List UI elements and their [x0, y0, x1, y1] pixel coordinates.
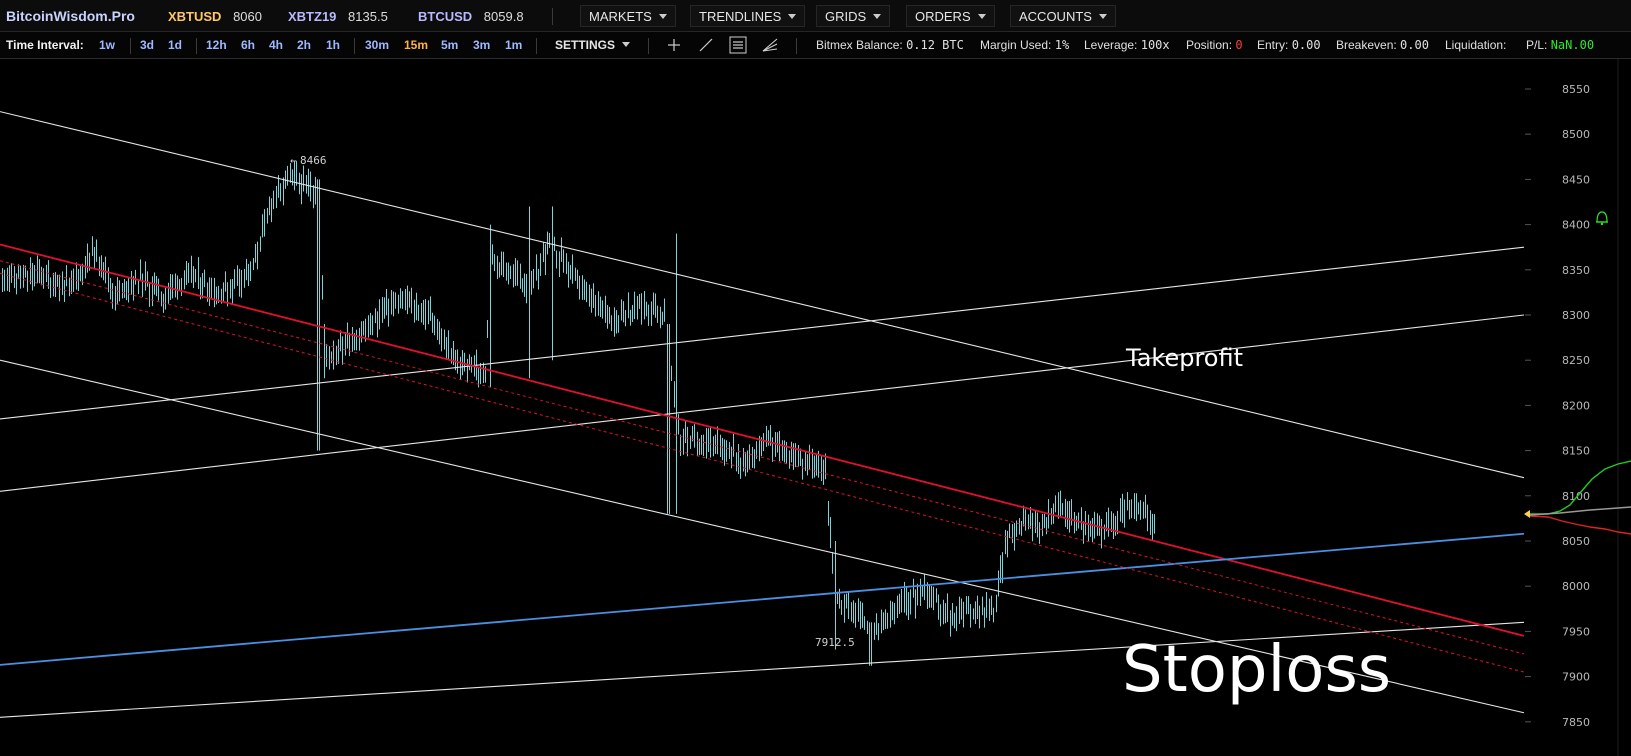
ticker-btcusd[interactable]: BTCUSD 8059.8	[418, 9, 524, 24]
toolbar-divider	[796, 38, 797, 54]
breakeven-label: Breakeven:	[1336, 38, 1397, 52]
interval-1d[interactable]: 1d	[168, 38, 182, 52]
interval-30m[interactable]: 30m	[365, 38, 389, 52]
ticker-symbol: XBTUSD	[168, 9, 222, 24]
ticker-symbol: BTCUSD	[418, 9, 473, 24]
breakeven-stat: Breakeven: 0.00	[1336, 38, 1429, 52]
high-arrow: ←	[290, 154, 297, 167]
top-bar: BitcoinWisdom.Pro XBTUSD 8060 XBTZ19 813…	[0, 0, 1631, 32]
pl-stat: P/L: NaN.00	[1526, 38, 1594, 52]
price-axis-label: 8100	[1562, 490, 1590, 503]
caret-down-icon	[658, 14, 667, 19]
price-axis-label: 8500	[1562, 128, 1590, 141]
balance-label: Bitmex Balance:	[816, 38, 903, 52]
position-label: Position:	[1186, 38, 1233, 52]
liquidation-stat: Liquidation:	[1445, 38, 1506, 52]
price-axis-label: 8250	[1562, 354, 1590, 367]
ticker-price: 8059.8	[483, 9, 524, 24]
interval-3d[interactable]: 3d	[140, 38, 154, 52]
menu-label: ORDERS	[915, 9, 971, 24]
interval-1h[interactable]: 1h	[326, 38, 340, 52]
price-axis-label: 8150	[1562, 445, 1590, 458]
price-axis-label: 7950	[1562, 625, 1590, 638]
leverage-label: Leverage:	[1084, 38, 1138, 52]
balance-value: 0.12 BTC	[906, 38, 964, 52]
entry-label: Entry:	[1257, 38, 1289, 52]
menu-orders[interactable]: ORDERS	[906, 5, 995, 27]
entry-stat: Entry: 0.00	[1257, 38, 1321, 52]
caret-down-icon	[977, 14, 986, 19]
price-axis-label: 8450	[1562, 173, 1590, 186]
position-stat: Position: 0	[1186, 38, 1243, 52]
caret-down-icon	[788, 14, 797, 19]
chart-toolbar: Time Interval: 1w 3d 1d 12h 6h 4h 2h 1h …	[0, 32, 1631, 59]
leverage-stat: Leverage: 100x	[1084, 38, 1170, 52]
toolbar-divider	[354, 38, 355, 54]
pl-label: P/L:	[1526, 38, 1548, 52]
ticker-xbtz19[interactable]: XBTZ19 8135.5	[288, 9, 388, 24]
price-axis-label: 8050	[1562, 535, 1590, 548]
crosshair-icon[interactable]	[664, 36, 684, 54]
interval-3m[interactable]: 3m	[473, 38, 490, 52]
caret-down-icon	[622, 42, 631, 47]
price-axis-label: 8300	[1562, 309, 1590, 322]
menu-label: TRENDLINES	[699, 9, 782, 24]
margin-label: Margin Used:	[980, 38, 1052, 52]
caret-down-icon	[1098, 14, 1107, 19]
price-axis-label: 8000	[1562, 580, 1590, 593]
menu-label: MARKETS	[589, 9, 652, 24]
interval-12h[interactable]: 12h	[206, 38, 227, 52]
menu-divider	[552, 8, 553, 25]
toolbar-divider	[648, 38, 649, 54]
time-interval-label: Time Interval:	[6, 38, 84, 52]
menu-label: ACCOUNTS	[1019, 9, 1092, 24]
breakeven-value: 0.00	[1400, 38, 1429, 52]
entry-value: 0.00	[1291, 38, 1321, 52]
interval-6h[interactable]: 6h	[241, 38, 255, 52]
caret-down-icon	[873, 14, 882, 19]
price-axis-label: 8200	[1562, 399, 1590, 412]
toolbar-divider	[536, 38, 537, 54]
interval-2h[interactable]: 2h	[297, 38, 311, 52]
price-axis-label: 8350	[1562, 264, 1590, 277]
interval-1w[interactable]: 1w	[99, 38, 115, 52]
fibonacci-fan-icon[interactable]	[760, 36, 780, 54]
menu-markets[interactable]: MARKETS	[580, 5, 676, 27]
interval-15m[interactable]: 15m	[404, 38, 428, 52]
interval-5m[interactable]: 5m	[441, 38, 458, 52]
horizontal-lines-icon[interactable]	[728, 36, 748, 54]
menu-grids[interactable]: GRIDS	[816, 5, 891, 27]
margin-stat: Margin Used: 1%	[980, 38, 1069, 52]
balance-stat: Bitmex Balance: 0.12 BTC	[816, 38, 964, 52]
liquidation-label: Liquidation:	[1445, 38, 1507, 52]
menu-trendlines[interactable]: TRENDLINES	[690, 5, 806, 27]
price-axis-label: 7900	[1562, 671, 1590, 684]
margin-value: 1%	[1054, 38, 1070, 52]
menu-accounts[interactable]: ACCOUNTS	[1010, 5, 1116, 27]
settings-dropdown[interactable]: SETTINGS	[555, 38, 631, 52]
takeprofit-annotation: Takeprofit	[1125, 344, 1243, 372]
menu-label: GRIDS	[825, 9, 867, 24]
price-axis-label: 8550	[1562, 83, 1590, 96]
price-axis-label: 7850	[1562, 716, 1590, 729]
stoploss-annotation: Stoploss	[1122, 633, 1391, 707]
ticker-symbol: XBTZ19	[288, 9, 337, 24]
leverage-value: 100x	[1140, 38, 1170, 52]
ticker-price: 8135.5	[348, 9, 388, 24]
low-price-label: 7912.5	[815, 636, 855, 649]
price-chart[interactable]: 8550 8500 8450 8400 8350 8300 8250 8200 8150 8100…	[0, 59, 1631, 756]
ticker-price: 8060	[233, 9, 262, 24]
toolbar-divider	[196, 38, 197, 54]
ticker-xbtusd[interactable]: XBTUSD 8060	[168, 9, 262, 24]
interval-1m[interactable]: 1m	[505, 38, 522, 52]
pl-value: NaN.00	[1550, 38, 1595, 52]
price-axis-label: 8400	[1562, 219, 1590, 232]
position-value: 0	[1235, 38, 1243, 52]
interval-4h[interactable]: 4h	[269, 38, 283, 52]
brand-logo[interactable]: BitcoinWisdom.Pro	[6, 8, 135, 24]
toolbar-divider	[130, 38, 131, 54]
trendline-icon[interactable]	[696, 36, 716, 54]
high-price-label: 8466	[300, 154, 327, 167]
settings-label: SETTINGS	[555, 38, 616, 52]
